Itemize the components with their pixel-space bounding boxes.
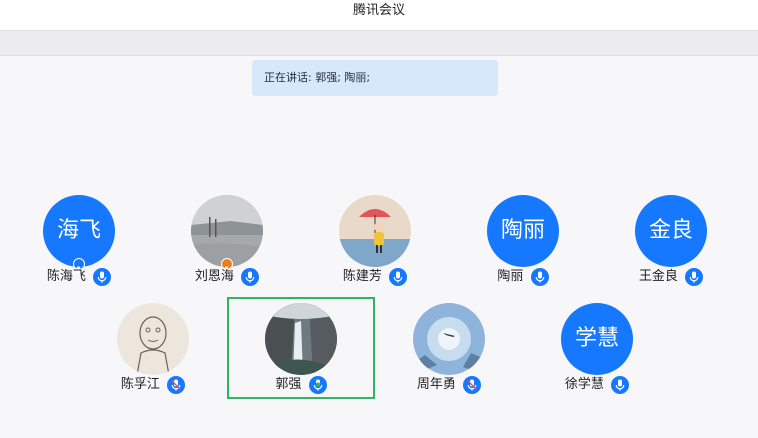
- participant-tile-xuxuehui[interactable]: 学慧 徐学慧: [523, 303, 671, 405]
- microphone-icon[interactable]: [241, 268, 260, 286]
- microphone-icon[interactable]: [93, 268, 112, 286]
- participant-tile-liuenhai[interactable]: 刘恩海: [153, 195, 301, 297]
- participant-tile-chenjianfang[interactable]: 陈建芳: [301, 195, 449, 297]
- toolbar-strip: [0, 30, 758, 56]
- participant-tile-guoqiang[interactable]: 郭强: [227, 297, 375, 399]
- microphone-icon[interactable]: [611, 376, 630, 394]
- participant-name: 陈海飞: [46, 269, 86, 284]
- participant-tile-wangjinliang[interactable]: 金良 王金良: [597, 195, 745, 297]
- avatar: [117, 303, 189, 375]
- participant-tile-zhouniangyong[interactable]: 周年勇: [375, 303, 523, 405]
- participant-name: 陈孚江: [120, 377, 160, 392]
- speaking-text: 正在讲话: 郭强; 陶丽;: [264, 71, 371, 84]
- microphone-muted-icon[interactable]: [167, 376, 186, 394]
- avatar: 海飞: [43, 195, 115, 267]
- avatar: [413, 303, 485, 375]
- microphone-muted-icon[interactable]: [463, 376, 482, 394]
- avatar: 陶丽: [487, 195, 559, 267]
- microphone-speaking-icon[interactable]: [308, 376, 327, 394]
- window-title: 腾讯会议: [352, 3, 405, 18]
- participant-name: 周年勇: [416, 377, 456, 392]
- microphone-icon[interactable]: [685, 268, 704, 286]
- microphone-icon[interactable]: [389, 268, 408, 286]
- avatar: [265, 303, 337, 375]
- window-titlebar: 腾讯会议: [0, 0, 758, 30]
- participant-tile-taoli[interactable]: 陶丽 陶丽: [449, 195, 597, 297]
- participant-name: 王金良: [638, 269, 678, 284]
- avatar: [339, 195, 411, 267]
- avatar: 金良: [635, 195, 707, 267]
- avatar: [191, 195, 263, 267]
- participant-name: 刘恩海: [194, 269, 234, 284]
- participant-name: 陈建芳: [342, 269, 382, 284]
- participant-tile-chenfujiang[interactable]: 陈孚江: [79, 303, 227, 405]
- microphone-icon[interactable]: [530, 268, 549, 286]
- participant-tile-chenhaifei[interactable]: 海飞 陈海飞: [5, 195, 153, 297]
- participant-name: 陶丽: [497, 269, 524, 284]
- speaking-banner: 正在讲话: 郭强; 陶丽;: [252, 60, 498, 96]
- participant-name: 郭强: [275, 377, 302, 392]
- avatar: 学慧: [561, 303, 633, 375]
- participant-name: 徐学慧: [564, 377, 604, 392]
